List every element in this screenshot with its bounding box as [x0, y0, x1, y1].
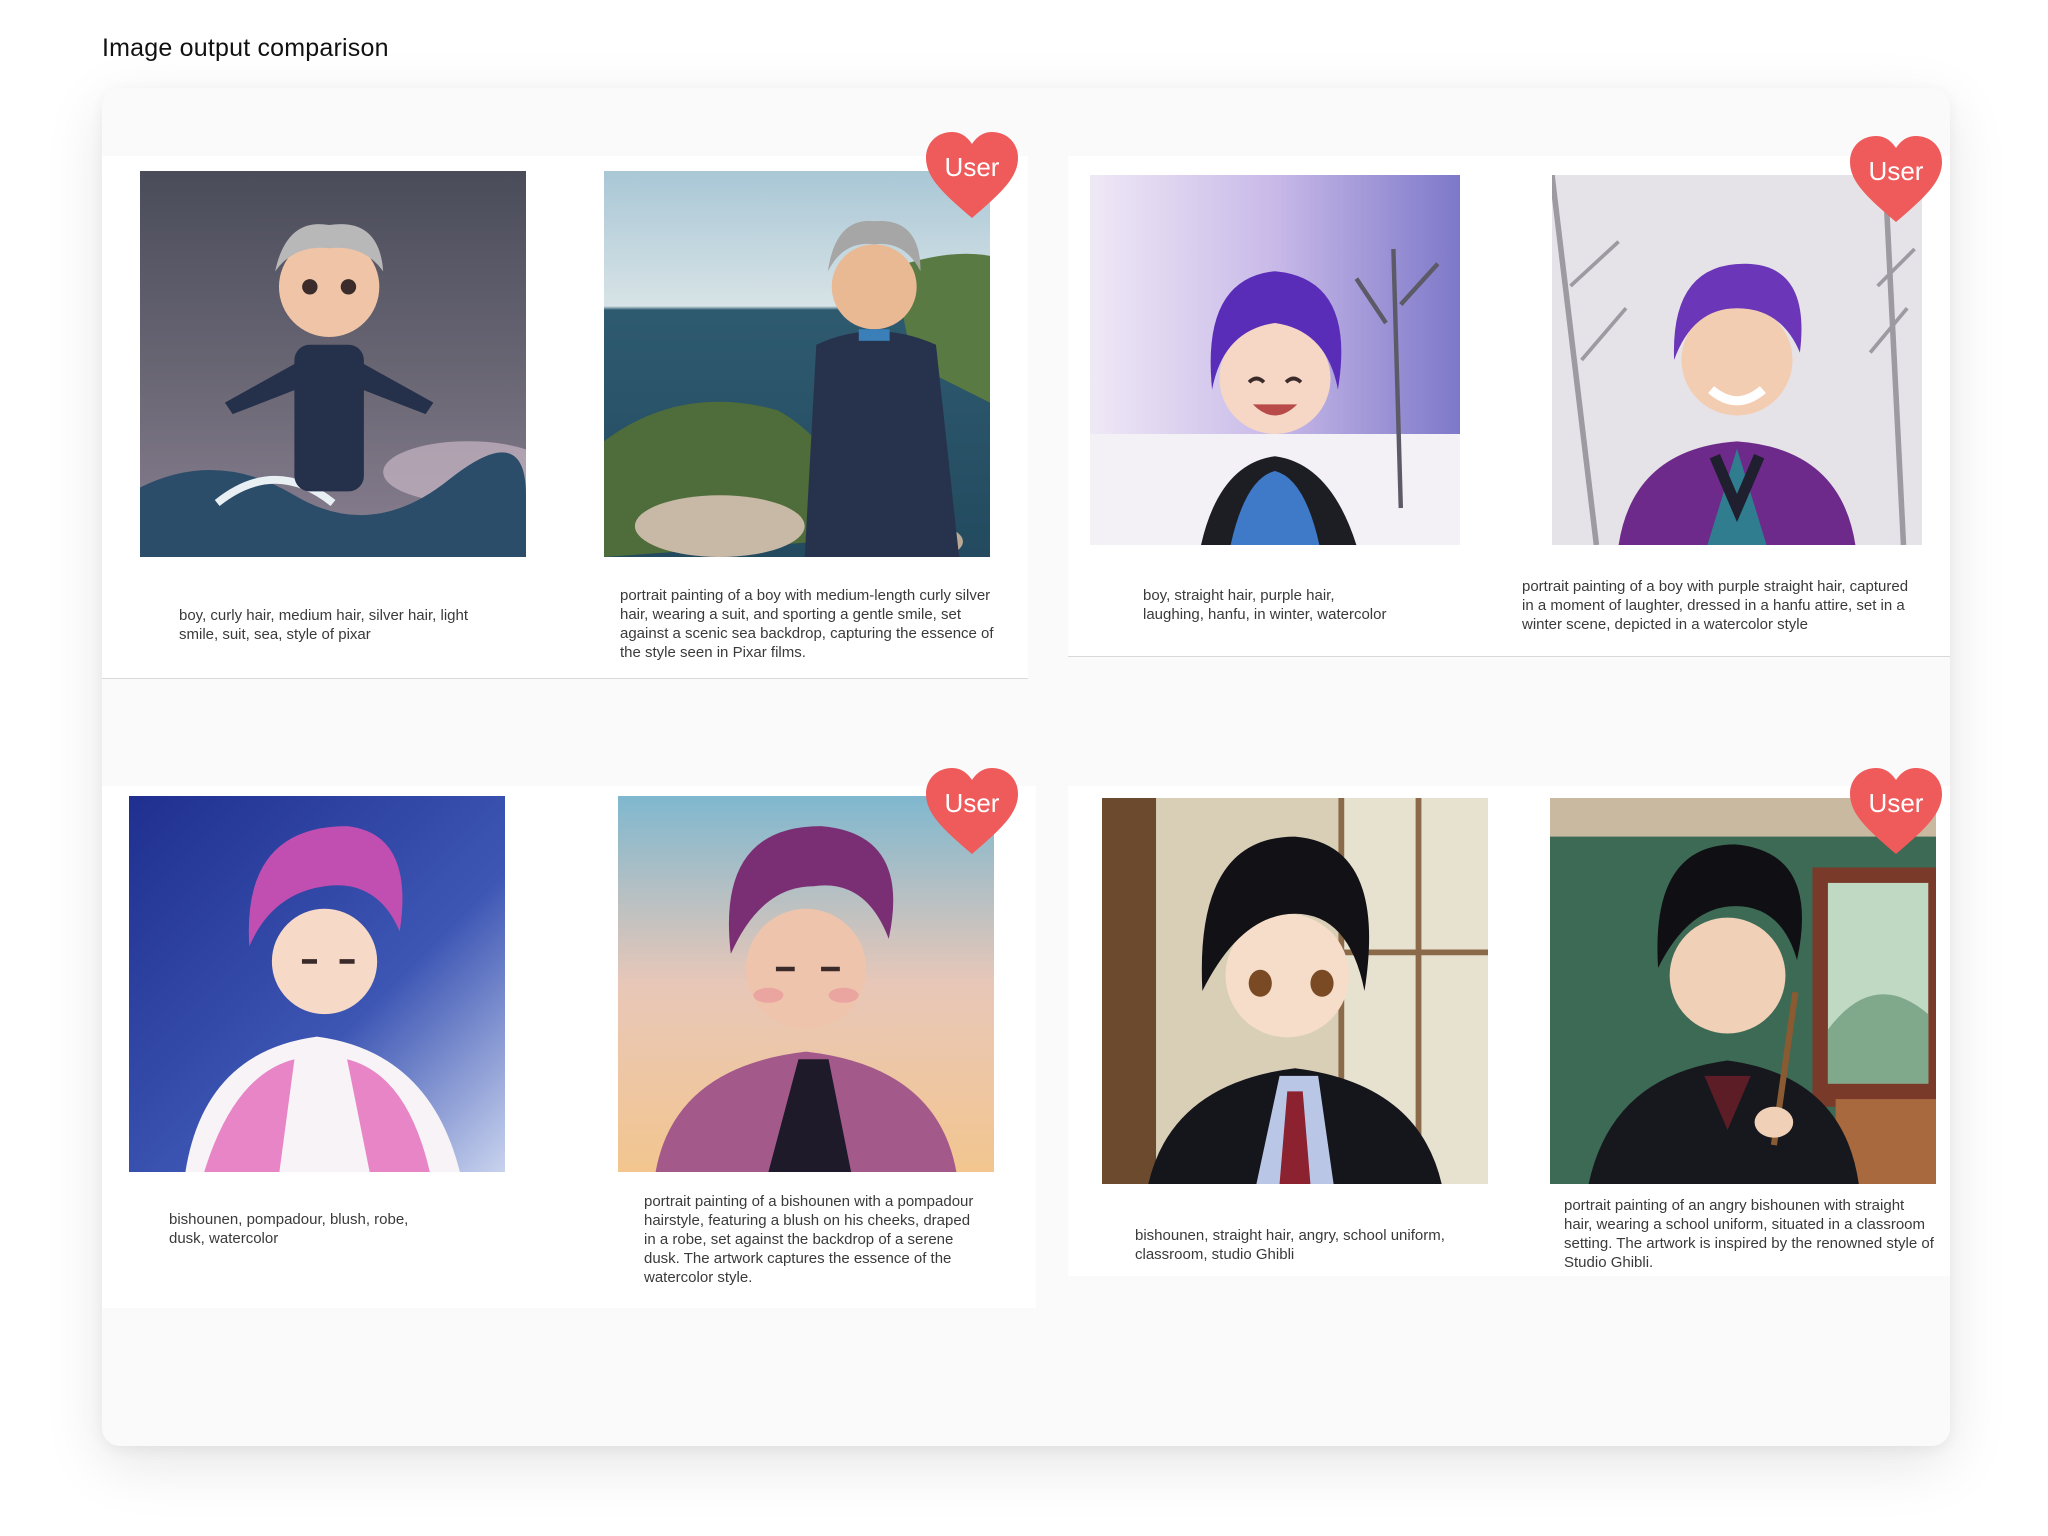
right-caption: portrait painting of an angry bishounen …: [1564, 1197, 1934, 1271]
right-caption: portrait painting of a boy with purple s…: [1522, 578, 1909, 633]
left-caption: bishounen, straight hair, angry, school …: [1135, 1227, 1445, 1263]
user-badge-label: User: [944, 788, 1000, 818]
user-badge-label: User: [944, 152, 1000, 182]
left-image[interactable]: [1102, 798, 1488, 1184]
user-badge: User: [1848, 134, 1944, 226]
comparison-card: boy, curly hair, medium hair, silver hai…: [102, 132, 1028, 679]
comparison-card: bishounen, pompadour, blush, robe, dusk,…: [102, 768, 1036, 1308]
user-badge: User: [924, 766, 1020, 858]
left-caption: boy, straight hair, purple hair, laughin…: [1143, 587, 1387, 623]
user-badge-label: User: [1868, 788, 1924, 818]
right-image[interactable]: [1552, 175, 1922, 545]
comparison-card: bishounen, straight hair, angry, school …: [1068, 768, 1950, 1276]
left-image[interactable]: [1090, 175, 1460, 545]
left-caption: boy, curly hair, medium hair, silver hai…: [179, 607, 469, 643]
comparison-panel: boy, curly hair, medium hair, silver hai…: [102, 88, 1950, 1446]
left-image[interactable]: [140, 171, 526, 557]
user-badge: User: [924, 130, 1020, 222]
page-title: Image output comparison: [102, 34, 389, 62]
comparison-card: boy, straight hair, purple hair, laughin…: [1068, 136, 1950, 657]
user-badge: User: [1848, 766, 1944, 858]
right-caption: portrait painting of a bishounen with a …: [644, 1193, 974, 1286]
user-badge-label: User: [1868, 156, 1924, 186]
left-caption: bishounen, pompadour, blush, robe, dusk,…: [169, 1211, 409, 1247]
left-image[interactable]: [129, 796, 505, 1172]
right-caption: portrait painting of a boy with medium-l…: [620, 587, 994, 661]
right-image[interactable]: [604, 171, 990, 557]
